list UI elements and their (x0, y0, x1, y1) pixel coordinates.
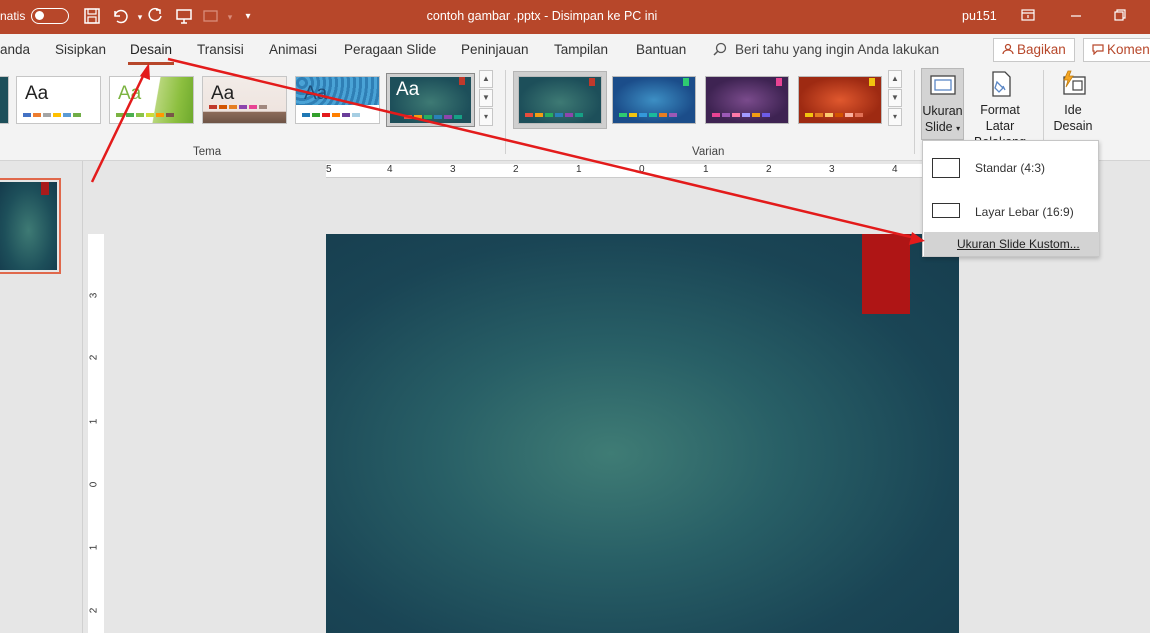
gallery-more-icon[interactable]: ▾ (479, 108, 493, 126)
slide-size-label-1: Ukuran (922, 104, 963, 118)
tab-view[interactable]: Tampilan (554, 42, 608, 57)
variant-thumbnail[interactable] (518, 76, 602, 124)
theme-thumbnail[interactable]: Aa (295, 76, 380, 124)
design-ideas-label-1: Ide (1064, 103, 1082, 117)
theme-sample-text: Aa (118, 83, 142, 104)
theme-sample-text: Aa (396, 79, 420, 100)
standard-size-label: Standar (4:3) (975, 161, 1046, 175)
tab-slideshow[interactable]: Peragaan Slide (344, 42, 436, 57)
comments-button[interactable]: Komen (1083, 38, 1150, 62)
tell-me-text: Beri tahu yang ingin Anda lakukan (735, 42, 940, 57)
share-label: Bagikan (1017, 42, 1066, 57)
scroll-up-icon[interactable]: ▲ (888, 70, 902, 88)
theme-sample-text: Aa (211, 83, 235, 104)
scroll-down-icon[interactable]: ▼ (479, 89, 493, 107)
design-ideas-button[interactable]: Ide Desain (1050, 68, 1096, 140)
gallery-more-icon[interactable]: ▾ (888, 108, 902, 126)
ruler-tick-label: 2 (88, 354, 100, 361)
theme-thumbnail[interactable]: Aa (202, 76, 287, 124)
ruler-tick-label: 2 (88, 607, 100, 614)
tab-home[interactable]: anda (0, 42, 30, 57)
theme-thumbnail-selected[interactable]: Aa (386, 73, 475, 127)
format-background-button[interactable]: Format Latar Belakang (965, 68, 1035, 149)
group-label-variants: Varian (692, 146, 725, 158)
tab-transitions[interactable]: Transisi (197, 42, 244, 57)
ruler-tick-label: 3 (88, 292, 100, 299)
ruler-tick-label: 4 (892, 164, 898, 175)
search-icon (713, 42, 727, 56)
variants-gallery-scroll[interactable]: ▲ ▼ ▾ (888, 70, 902, 128)
group-divider (505, 70, 506, 154)
tab-insert[interactable]: Sisipkan (55, 42, 106, 57)
user-name[interactable]: pu151 (962, 9, 997, 23)
themes-gallery-scroll[interactable]: ▲ ▼ ▾ (479, 70, 493, 128)
ruler-tick-label: 1 (703, 164, 709, 175)
slide-thumbnail[interactable] (0, 178, 61, 274)
tab-help[interactable]: Bantuan (636, 42, 686, 57)
custom-slide-size-option[interactable]: Ukuran Slide Kustom... (924, 232, 1099, 256)
minimize-icon[interactable] (1066, 7, 1086, 27)
variant-thumbnail[interactable] (612, 76, 696, 124)
variant-thumbnail[interactable] (705, 76, 789, 124)
ruler-tick-label: 1 (88, 418, 100, 425)
variant-thumbnail[interactable] (798, 76, 882, 124)
ruler-tick-label: 3 (450, 164, 456, 175)
share-button[interactable]: Bagikan (993, 38, 1075, 62)
slide-size-label-2: Slide (924, 120, 953, 134)
horizontal-ruler: 5 4 3 2 1 0 1 2 3 4 (326, 164, 926, 178)
title-bar: natis ▾ ▾ ▾ contoh gambar .pptx - Disimp… (0, 0, 1150, 34)
slide-decoration-tag (862, 234, 910, 314)
format-background-icon (986, 70, 1014, 98)
widescreen-ratio-icon (932, 203, 960, 218)
ruler-tick-label: 4 (387, 164, 393, 175)
document-title: contoh gambar .pptx - Disimpan ke PC ini (426, 9, 658, 23)
theme-thumbnail[interactable]: Aa (16, 76, 101, 124)
slide-size-icon (929, 71, 957, 99)
widescreen-size-option[interactable]: Layar Lebar (16:9) (923, 189, 1098, 229)
ruler-tick-label: 2 (766, 164, 772, 175)
ribbon-display-icon[interactable] (1018, 7, 1038, 27)
group-divider (914, 70, 915, 154)
slide-size-dropdown: Standar (4:3) Layar Lebar (16:9) Ukuran … (922, 140, 1099, 257)
share-icon (1002, 43, 1014, 55)
custom-slide-size-label: Ukuran Slide Kustom... (957, 237, 1080, 251)
tab-design[interactable]: Desain (127, 42, 175, 65)
ruler-tick-label: 1 (576, 164, 582, 175)
design-ideas-icon (1059, 70, 1087, 98)
group-label-themes: Tema (193, 146, 222, 158)
theme-sample-text: Aa (25, 83, 49, 104)
comment-icon (1092, 44, 1104, 56)
standard-size-option[interactable]: Standar (4:3) (923, 145, 1098, 185)
slide-thumbnail-pane (0, 161, 83, 633)
scroll-down-icon[interactable]: ▼ (888, 89, 902, 107)
ruler-tick-label: 0 (88, 481, 100, 488)
chevron-down-icon: ▾ (956, 124, 961, 133)
ruler-tick-label: 0 (639, 164, 645, 175)
ruler-tick-label: 3 (829, 164, 835, 175)
ruler-tick-label: 2 (513, 164, 519, 175)
ruler-tick-label: 5 (326, 164, 332, 175)
tell-me-search[interactable]: Beri tahu yang ingin Anda lakukan (713, 42, 939, 57)
restore-icon[interactable] (1110, 7, 1130, 27)
slide-canvas[interactable] (326, 234, 959, 633)
vertical-ruler: 3 2 1 0 1 2 (88, 234, 104, 633)
comment-label: Komen (1107, 42, 1150, 57)
ruler-tick-label: 1 (88, 544, 100, 551)
theme-thumbnail[interactable]: Aa (109, 76, 194, 124)
theme-sample-text: Aa (304, 83, 328, 104)
ribbon-tabs: anda Sisipkan Desain Transisi Animasi Pe… (0, 34, 1150, 66)
theme-thumbnail-partial[interactable] (0, 76, 9, 124)
standard-ratio-icon (932, 158, 960, 178)
slide-size-button[interactable]: Ukuran Slide ▾ (921, 68, 964, 140)
design-ideas-label-2: Desain (1053, 119, 1093, 133)
scroll-up-icon[interactable]: ▲ (479, 70, 493, 88)
tab-animations[interactable]: Animasi (269, 42, 317, 57)
tab-review[interactable]: Peninjauan (461, 42, 529, 57)
widescreen-size-label: Layar Lebar (16:9) (975, 205, 1074, 219)
format-background-label-1: Format Latar (980, 103, 1020, 133)
